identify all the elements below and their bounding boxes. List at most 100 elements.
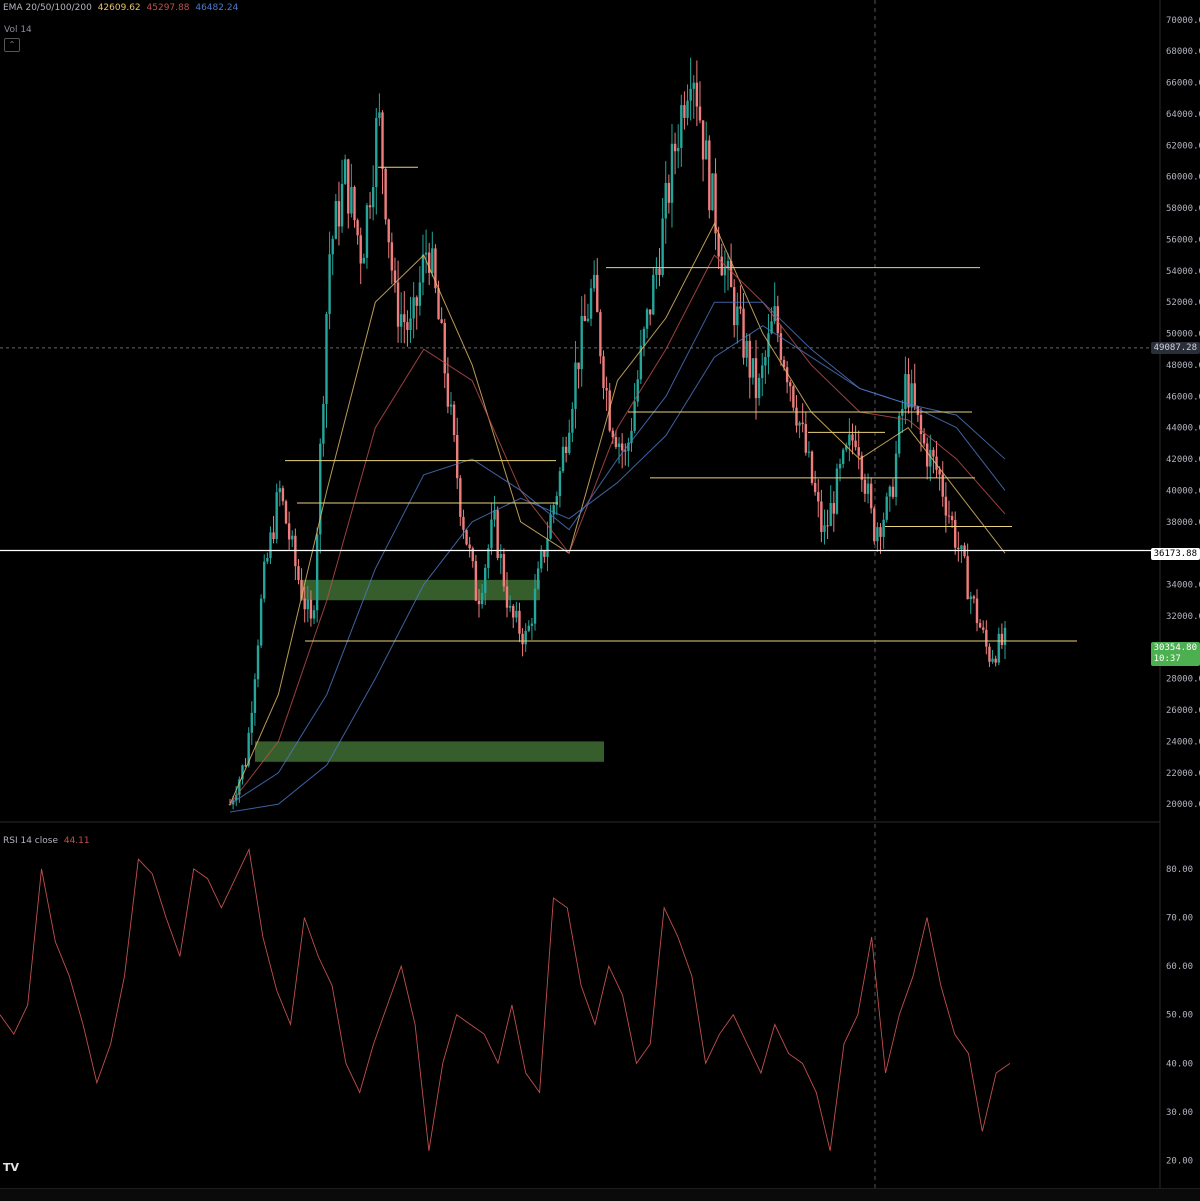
candle-body [733, 287, 736, 326]
ema-line [229, 325, 1006, 813]
candle-body [742, 308, 745, 358]
candle-body [636, 379, 639, 402]
candle-body [997, 633, 1000, 663]
candle-body [275, 492, 278, 540]
candle-body [950, 516, 954, 521]
candle-body [440, 319, 443, 323]
ema-line [229, 301, 1006, 805]
candle-body [692, 82, 695, 89]
candle-body [652, 274, 655, 315]
candle-body [807, 451, 811, 453]
price-tick-label: 40000.00 [1166, 486, 1200, 496]
candle-body [459, 478, 462, 517]
rsi-tick-label: 70.00 [1166, 914, 1193, 924]
candle-body [375, 117, 378, 188]
candle-body [384, 168, 387, 220]
candle-body [633, 401, 636, 431]
candle-body [577, 362, 580, 370]
rsi-tick-label: 30.00 [1166, 1108, 1193, 1118]
candle-body [406, 322, 409, 331]
candle-body [508, 606, 512, 608]
candle-body [571, 408, 574, 433]
candle-body [695, 82, 699, 107]
candle-body [347, 159, 350, 214]
candle-body [972, 596, 976, 599]
price-tick-label: 26000.00 [1166, 706, 1200, 716]
candle-body [337, 201, 341, 227]
candle-body [256, 645, 260, 680]
candle-body [922, 434, 926, 444]
candle-body [838, 463, 842, 469]
candle-body [932, 449, 935, 457]
candle-body [580, 315, 583, 370]
rsi-legend: RSI 14 close 44.11 [3, 835, 93, 847]
candle-body [701, 120, 705, 160]
candle-body [795, 407, 798, 426]
candle-body [982, 627, 985, 630]
candle-body [658, 268, 661, 276]
candle-body [543, 551, 546, 557]
candle-body [443, 322, 446, 374]
time-axis[interactable] [0, 1188, 1200, 1201]
candle-body [642, 328, 646, 346]
candle-body [449, 404, 453, 407]
candle-body [876, 527, 879, 542]
candle-body [555, 496, 559, 506]
candle-body [888, 486, 892, 497]
candle-body [854, 440, 857, 448]
candle-body [228, 804, 232, 806]
candle-body [605, 388, 608, 391]
candle-body [602, 356, 605, 389]
candle-body [792, 386, 795, 408]
price-tick-label: 64000.00 [1166, 110, 1200, 120]
candle-body [263, 561, 266, 599]
candle-body [456, 435, 459, 479]
candle-body [829, 503, 832, 527]
price-tick-label: 34000.00 [1166, 581, 1200, 591]
price-tick-label: 50000.00 [1166, 330, 1200, 340]
candle-body [975, 598, 979, 624]
price-tick-label: 62000.00 [1166, 141, 1200, 151]
support-zone [255, 741, 604, 762]
candle-body [549, 514, 552, 539]
candle-body [387, 219, 390, 243]
candle-body [655, 268, 658, 275]
rsi-tick-label: 80.00 [1166, 865, 1193, 875]
candle-body [614, 437, 618, 448]
candle-body [269, 532, 272, 559]
ema-line [229, 254, 1006, 805]
candle-body [512, 606, 515, 618]
rsi-line [0, 847, 1011, 1151]
candle-body [776, 306, 779, 334]
candle-body [739, 306, 742, 309]
candle-body [957, 547, 960, 550]
candle-body [596, 274, 599, 313]
candle-body [356, 220, 359, 236]
candle-body [536, 568, 540, 589]
chart-canvas[interactable]: 70000.00 68000.00 66000.00 64000.00 62000.00… [0, 0, 1200, 1200]
candle-body [284, 501, 288, 524]
price-tick-label: 54000.00 [1166, 267, 1200, 277]
candle-body [978, 623, 982, 628]
candle-body [985, 629, 988, 647]
collapse-icon[interactable]: ⌃ [4, 38, 20, 52]
candle-body [751, 358, 755, 378]
candle-body [272, 532, 275, 540]
candle-body [546, 538, 549, 557]
candle-body [334, 201, 338, 239]
candle-body [381, 112, 384, 169]
candle-body [611, 430, 615, 438]
candle-body [515, 610, 518, 618]
candle-body [832, 503, 836, 514]
candle-body [452, 404, 456, 436]
price-tick-label: 24000.00 [1166, 737, 1200, 747]
candle-body [676, 147, 680, 152]
candle-body [729, 260, 733, 288]
price-tick-label: 46000.00 [1166, 392, 1200, 402]
candle-body [801, 422, 804, 425]
candle-body [353, 186, 356, 221]
rsi-tick-label: 50.00 [1166, 1011, 1193, 1021]
candle-body [418, 282, 422, 306]
bar-countdown: 10:37 [1153, 654, 1181, 664]
candle-body [599, 312, 602, 357]
